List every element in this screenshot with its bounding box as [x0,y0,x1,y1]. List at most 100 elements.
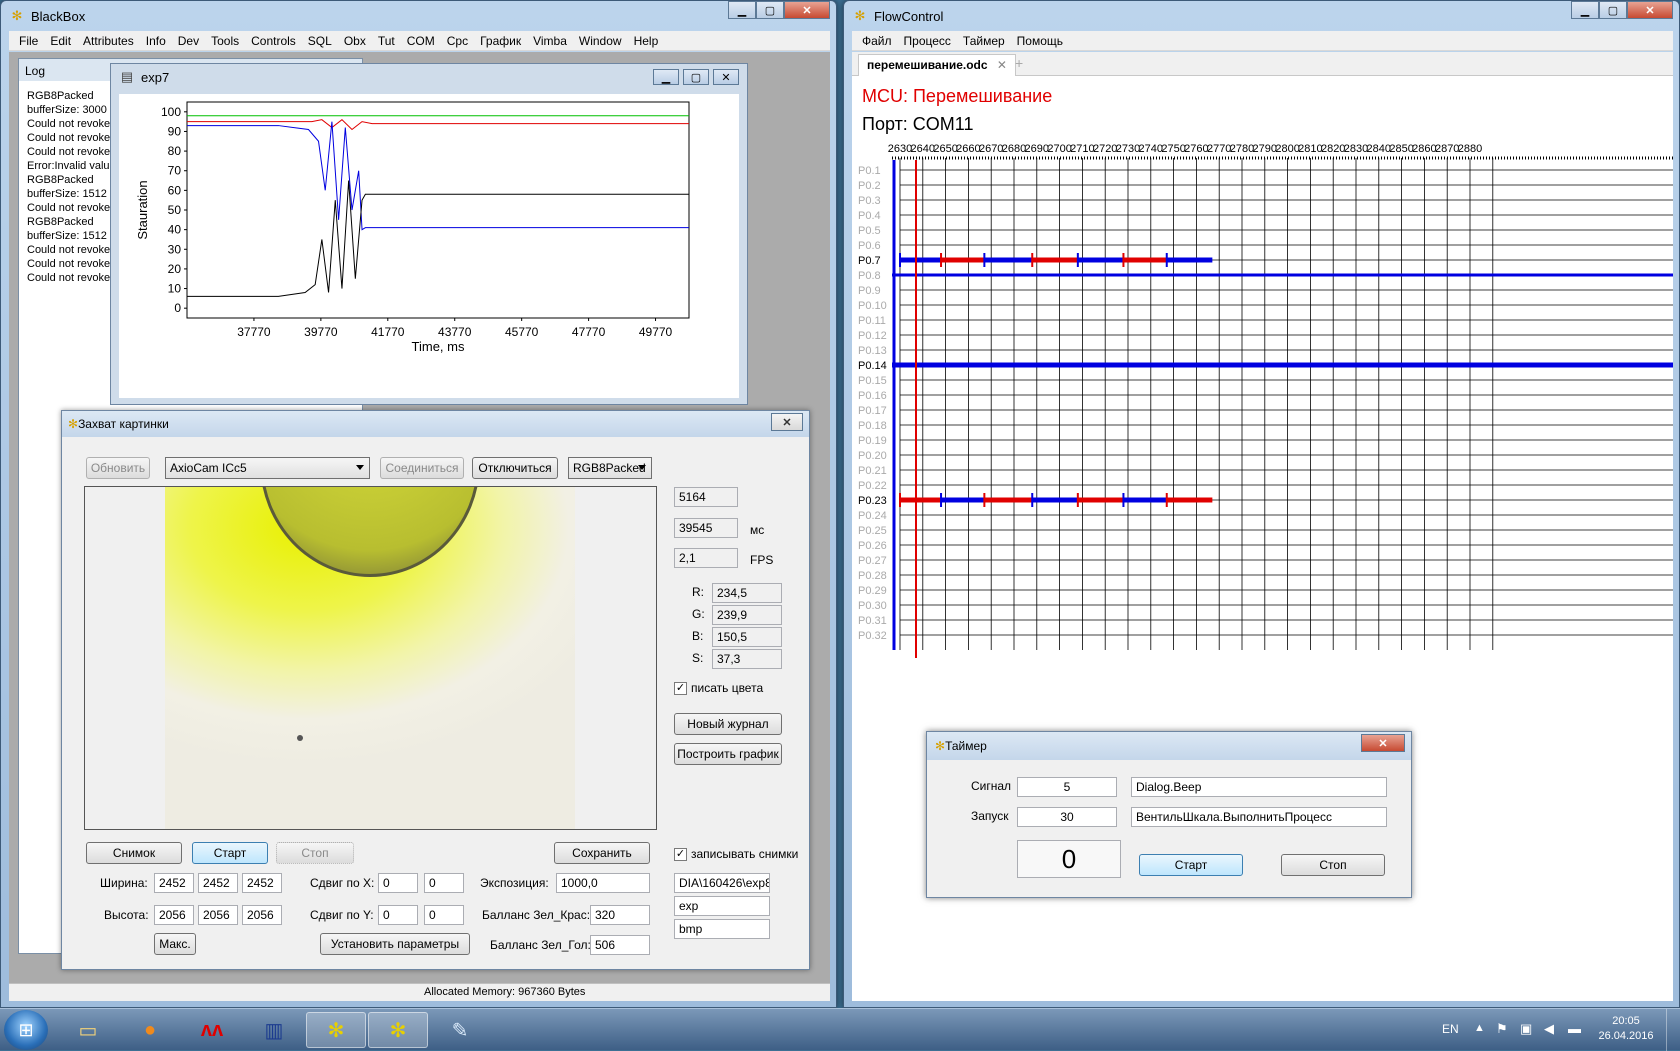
blackbox-taskbar-icon[interactable]: ✻ [306,1012,366,1048]
close-icon[interactable]: ✕ [771,413,803,431]
app-b-taskbar-icon[interactable]: ▥ [244,1012,304,1048]
flowcontrol-taskbar-icon[interactable]: ✻ [368,1012,428,1048]
timing-diagram: 2630264026502660267026802690270027102720… [858,143,1673,658]
paint-taskbar-icon[interactable]: ✎ [430,1012,490,1048]
launch-action-field[interactable]: ВентильШкала.ВыполнитьПроцесс [1131,807,1387,827]
shift-y-label: Сдвиг по Y: [310,908,374,922]
snapshot-button[interactable]: Снимок [86,842,182,864]
timer-start-button[interactable]: Старт [1139,854,1243,876]
maximize-icon[interactable]: ▢ [683,69,709,85]
firefox-taskbar-icon[interactable]: ● [120,1012,180,1048]
max-button[interactable]: Макс. [154,933,196,955]
capture-titlebar[interactable]: ✻ Захват картинки [62,411,809,437]
height-field-2[interactable]: 2056 [198,905,238,925]
flowcontrol-menu-2[interactable]: Таймер [957,34,1011,48]
maximize-icon[interactable]: ▢ [1599,1,1627,19]
close-icon[interactable]: ✕ [1627,1,1673,19]
blackbox-menu-10[interactable]: COM [401,34,441,48]
close-icon[interactable]: ✕ [1361,734,1405,752]
connect-button[interactable]: Соединиться [380,457,464,479]
shift-x-field-2[interactable]: 0 [424,873,464,893]
width-field-3[interactable]: 2452 [242,873,282,893]
shift-y-field-1[interactable]: 0 [378,905,418,925]
blackbox-menu-5[interactable]: Tools [205,34,245,48]
language-indicator[interactable]: EN [1442,1022,1459,1036]
blackbox-menu-6[interactable]: Controls [245,34,302,48]
flowcontrol-menu-3[interactable]: Помощь [1011,34,1069,48]
set-params-button[interactable]: Установить параметры [320,933,470,955]
width-field-1[interactable]: 2452 [154,873,194,893]
height-field-1[interactable]: 2056 [154,905,194,925]
height-field-3[interactable]: 2056 [242,905,282,925]
disconnect-button[interactable]: Отключиться [472,457,558,479]
blackbox-menu-3[interactable]: Info [140,34,172,48]
balance-green-red-label: Балланс Зел_Крас: [482,908,591,922]
close-icon[interactable]: ✕ [713,69,739,85]
shift-x-field-1[interactable]: 0 [378,873,418,893]
timer-titlebar[interactable]: ✻ Таймер [927,732,1411,760]
explorer-taskbar-icon[interactable]: ▭ [58,1012,118,1048]
balance-green-blue-field[interactable]: 506 [590,935,650,955]
launch-value-field[interactable]: 30 [1017,807,1117,827]
blackbox-menu-8[interactable]: Obx [338,34,372,48]
show-hidden-icons-icon[interactable]: ▲ [1474,1022,1485,1034]
blackbox-menu-4[interactable]: Dev [172,34,205,48]
blackbox-menu-14[interactable]: Window [573,34,628,48]
stop-button[interactable]: Стоп [276,842,354,864]
new-tab-icon[interactable]: + [1015,55,1023,71]
blackbox-menu-12[interactable]: График [474,34,527,48]
tab-peremeshivanie[interactable]: перемешивание.odc ✕ [858,54,1016,76]
write-colors-checkbox[interactable]: ✓ писать цвета [674,681,763,695]
blackbox-menu-2[interactable]: Attributes [77,34,140,48]
format-select[interactable]: RGB8Packed [568,457,652,479]
pin-label: P0.23 [858,495,887,507]
mcu-title: MCU: Перемешивание [862,86,1053,106]
save-button[interactable]: Сохранить [554,842,650,864]
volume-icon[interactable]: ◀ [1544,1021,1554,1037]
blackbox-menu-11[interactable]: Cpc [441,34,474,48]
timer-stop-button[interactable]: Стоп [1281,854,1385,876]
save-path-field[interactable]: DIA\160426\exp8 [674,873,770,893]
build-plot-button[interactable]: Построить график [674,743,782,765]
signal-action-field[interactable]: Dialog.Beep [1131,777,1387,797]
exposure-field[interactable]: 1000,0 [556,873,650,893]
pin-label: P0.13 [858,345,887,357]
start-button[interactable]: Старт [192,842,268,864]
minimize-icon[interactable]: ▁ [653,69,679,85]
write-snapshots-checkbox[interactable]: ✓ записывать снимки [674,847,798,861]
blackbox-menu-15[interactable]: Help [628,34,665,48]
file-prefix-field[interactable]: exp [674,896,770,916]
clock[interactable]: 20:05 26.04.2016 [1596,1014,1656,1044]
action-center-icon[interactable]: ⚑ [1496,1021,1508,1037]
flowcontrol-titlebar[interactable]: ✻ FlowControl [844,1,1679,31]
s-value: 37,3 [712,649,782,669]
camera-select[interactable]: AxioCam ICc5 [165,457,370,479]
minimize-icon[interactable]: ▁ [728,1,756,19]
minimize-icon[interactable]: ▁ [1571,1,1599,19]
signal-value-field[interactable]: 5 [1017,777,1117,797]
width-field-2[interactable]: 2452 [198,873,238,893]
maximize-icon[interactable]: ▢ [756,1,784,19]
refresh-button[interactable]: Обновить [86,457,150,479]
blackbox-menu-13[interactable]: Vimba [527,34,573,48]
power-icon[interactable]: ▬ [1568,1021,1581,1036]
show-desktop-button[interactable] [1666,1009,1680,1051]
close-icon[interactable]: ✕ [784,1,830,19]
balance-green-red-field[interactable]: 320 [590,905,650,925]
app-a-taskbar-icon[interactable]: ʌʌ [182,1012,242,1048]
exp7-titlebar[interactable]: ▤ exp7 [111,64,747,90]
network-icon[interactable]: ▣ [1520,1021,1532,1037]
flowcontrol-menu-0[interactable]: Файл [856,34,898,48]
blackbox-menu-0[interactable]: File [13,34,44,48]
close-tab-icon[interactable]: ✕ [997,58,1007,72]
checkmark-icon: ✓ [674,681,687,695]
shift-y-field-2[interactable]: 0 [424,905,464,925]
new-journal-button[interactable]: Новый журнал [674,713,782,735]
blackbox-menu-1[interactable]: Edit [44,34,77,48]
blackbox-menu-9[interactable]: Tut [372,34,401,48]
flowcontrol-menu-1[interactable]: Процесс [898,34,957,48]
blackbox-titlebar[interactable]: ✻ BlackBox [1,1,836,31]
file-extension-field[interactable]: bmp [674,919,770,939]
start-orb[interactable]: ⊞ [4,1010,48,1050]
blackbox-menu-7[interactable]: SQL [302,34,338,48]
